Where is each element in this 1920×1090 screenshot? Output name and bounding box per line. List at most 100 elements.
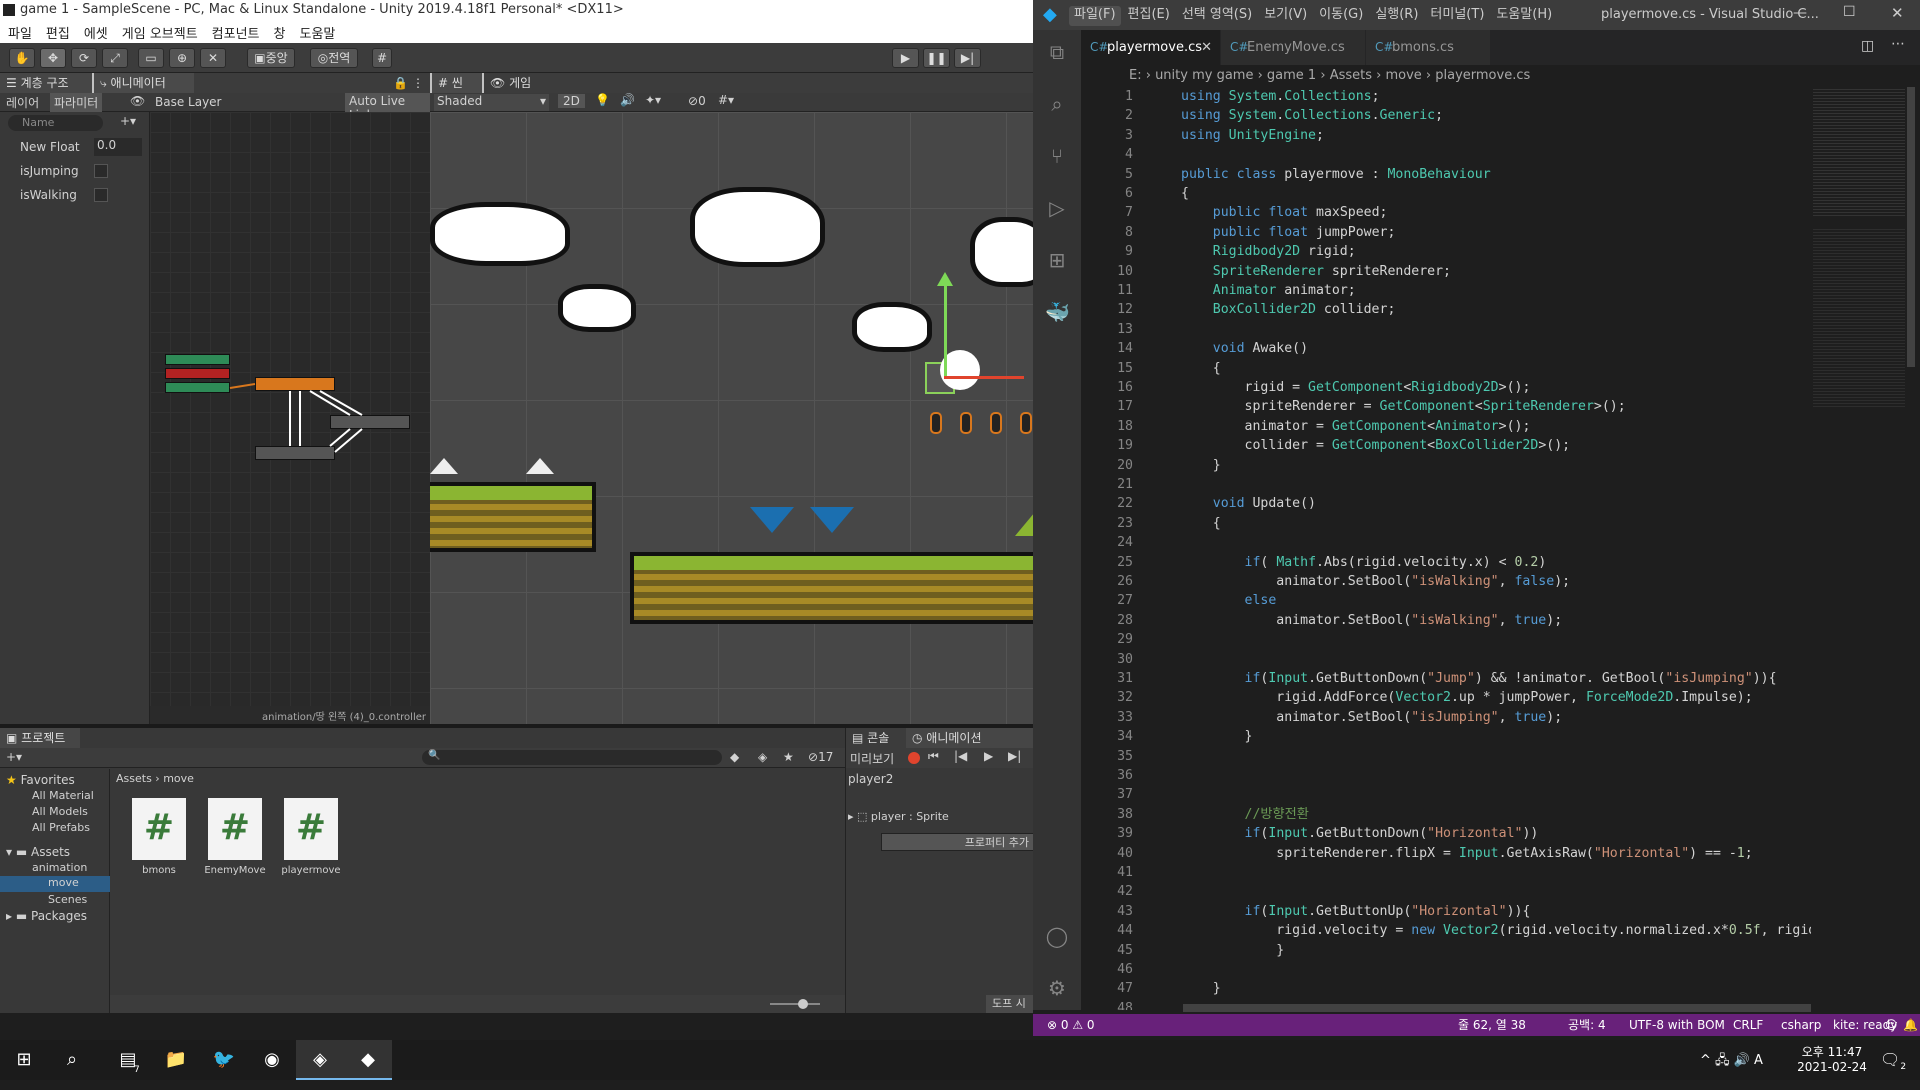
code-line[interactable]: using System.Collections.Generic; (1181, 106, 1443, 125)
indentation[interactable]: 공백: 4 (1568, 1014, 1606, 1036)
cursor-position[interactable]: 줄 62, 열 38 (1458, 1014, 1526, 1036)
lighting-icon[interactable]: 💡 (595, 93, 610, 107)
minimap[interactable] (1811, 87, 1915, 1010)
custom-tool-icon[interactable]: ✕ (200, 48, 226, 68)
code-line[interactable]: animator = GetComponent<Animator>(); (1181, 417, 1531, 436)
move-tool-icon[interactable]: ✥ (40, 48, 66, 68)
code-line[interactable]: void Awake() (1181, 339, 1308, 358)
feedback-icon[interactable]: ☺ (1885, 1014, 1898, 1036)
code-line[interactable]: public float maxSpeed; (1181, 203, 1388, 222)
code-line[interactable]: using System.Collections; (1181, 87, 1380, 106)
maximize-button[interactable]: ☐ (1843, 4, 1856, 20)
docker-icon[interactable]: 🐳 (1045, 300, 1070, 324)
vs-menu-help[interactable]: 도움말(H) (1491, 6, 1557, 26)
assets-folder[interactable]: ▾ ▬ Assets (6, 845, 70, 859)
code-line[interactable]: animator.SetBool("isJumping", true); (1181, 708, 1562, 727)
clock[interactable]: 오후 11:47 2021-02-24 (1796, 1043, 1868, 1074)
more-actions-icon[interactable]: ⋯ (1891, 36, 1905, 52)
parameter-search-input[interactable]: Name (8, 115, 103, 131)
menu-window[interactable]: 창 (274, 23, 286, 43)
first-key-button[interactable]: ⏮ (928, 749, 939, 764)
isjumping-checkbox[interactable] (94, 164, 108, 178)
run-debug-icon[interactable]: ▷ (1045, 196, 1069, 220)
script-file-icon[interactable]: # (284, 798, 338, 860)
vs-menu-run[interactable]: 실행(R) (1370, 6, 1423, 26)
project-breadcrumb[interactable]: Assets › move (116, 772, 194, 785)
vs-menu-view[interactable]: 보기(V) (1259, 6, 1312, 26)
file-bmons[interactable]: bmons (132, 865, 186, 876)
eye-icon[interactable]: 👁 (130, 94, 145, 108)
code-editor[interactable]: 1 using System.Collections; 2 using System.… (1081, 87, 1811, 1010)
code-line[interactable]: collider = GetComponent<BoxCollider2D>()… (1181, 436, 1571, 455)
code-line[interactable]: using UnityEngine; (1181, 126, 1324, 145)
animator-graph[interactable]: animation/땅 왼쪽 (4)_0.controller (150, 112, 430, 724)
minimize-button[interactable]: — (1793, 5, 1807, 21)
code-line[interactable]: //방향전환 (1181, 805, 1309, 824)
explorer-icon[interactable]: ⧉ (1045, 40, 1069, 64)
iswalking-checkbox[interactable] (94, 188, 108, 202)
code-line[interactable]: spriteRenderer.flipX = Input.GetAxisRaw(… (1181, 844, 1752, 863)
code-line[interactable]: spriteRenderer = GetComponent<SpriteRend… (1181, 397, 1626, 416)
effects-icon[interactable]: ✦▾ (645, 93, 661, 107)
packages-folder[interactable]: ▸ ▬ Packages (6, 909, 87, 923)
breadcrumb-item[interactable]: E: (1129, 68, 1142, 83)
vs-menu-terminal[interactable]: 터미널(T) (1425, 6, 1489, 26)
new-float-value-field[interactable]: 0.0 (94, 138, 142, 156)
tab-playermove[interactable]: C# playermove.cs ✕ (1081, 30, 1221, 65)
breadcrumb-item[interactable]: playermove.cs (1435, 68, 1530, 83)
code-line[interactable]: public float jumpPower; (1181, 223, 1396, 242)
language-mode[interactable]: csharp (1781, 1014, 1821, 1036)
code-line[interactable]: void Update() (1181, 494, 1316, 513)
folder-scenes[interactable]: Scenes (48, 893, 87, 906)
account-icon[interactable]: ◯ (1045, 924, 1069, 948)
filter-label-icon[interactable]: ◈ (758, 750, 767, 764)
code-line[interactable]: if(Input.GetButtonDown("Jump") && !anima… (1181, 669, 1777, 688)
prev-key-button[interactable]: |◀ (954, 749, 967, 763)
task-view-icon[interactable]: ▤ 7 (104, 1040, 152, 1080)
settings-gear-icon[interactable]: ⚙ (1045, 976, 1069, 1000)
menu-edit[interactable]: 편집 (46, 23, 70, 43)
grid-icon[interactable]: #▾ (718, 93, 734, 107)
code-line[interactable]: if(Input.GetButtonUp("Horizontal")){ (1181, 902, 1531, 921)
code-line[interactable]: { (1181, 359, 1221, 378)
split-editor-icon[interactable]: ◫ (1861, 38, 1874, 54)
y-axis-handle[interactable] (944, 282, 947, 378)
vs-menu-selection[interactable]: 선택 영역(S) (1177, 6, 1257, 26)
code-line[interactable]: } (1181, 979, 1221, 998)
pause-button[interactable]: ❚❚ (923, 48, 950, 68)
extensions-icon[interactable]: ⊞ (1045, 248, 1069, 272)
folder-move[interactable]: move (0, 876, 110, 892)
animation-track[interactable]: ▸ ⬚ player : Sprite (848, 810, 949, 823)
file-enemymove[interactable]: EnemyMove (200, 865, 270, 876)
tab-bmons[interactable]: C# bmons.cs (1366, 30, 1491, 65)
rotate-tool-icon[interactable]: ⟳ (71, 48, 97, 68)
close-window-button[interactable]: ✕ (1891, 4, 1904, 22)
vertical-scrollbar[interactable] (1907, 87, 1915, 367)
menu-help[interactable]: 도움말 (299, 23, 335, 43)
play-animation-button[interactable]: ▶ (984, 749, 993, 763)
base-layer-breadcrumb[interactable]: Base Layer (155, 95, 222, 109)
code-line[interactable]: } (1181, 727, 1253, 746)
code-line[interactable]: rigid = GetComponent<Rigidbody2D>(); (1181, 378, 1531, 397)
menu-gameobject[interactable]: 게임 오브젝트 (122, 23, 198, 43)
breadcrumb-item[interactable]: Assets (1330, 68, 1372, 83)
code-line[interactable]: if(Input.GetButtonDown("Horizontal")) (1181, 824, 1539, 843)
y-axis-arrow-icon[interactable] (937, 272, 953, 286)
menu-assets[interactable]: 에셋 (84, 23, 108, 43)
script-file-icon[interactable]: # (132, 798, 186, 860)
fav-all-material[interactable]: All Material (32, 789, 94, 802)
line-endings[interactable]: CRLF (1733, 1014, 1763, 1036)
menu-component[interactable]: 컴포넌트 (212, 23, 260, 43)
hidden-objects-count[interactable]: ⊘0 (688, 94, 706, 108)
breadcrumb-item[interactable]: game 1 (1267, 68, 1316, 83)
file-playermove[interactable]: playermove (276, 865, 346, 876)
code-line[interactable]: { (1181, 514, 1221, 533)
vscode-taskbar-icon[interactable]: ◆ (344, 1040, 392, 1080)
search-taskbar-icon[interactable]: ⌕ (48, 1040, 96, 1080)
vs-menu-edit[interactable]: 편집(E) (1123, 6, 1175, 26)
add-property-button[interactable]: 프로퍼티 추가 (881, 833, 1033, 851)
code-line[interactable]: if( Mathf.Abs(rigid.velocity.x) < 0.2) (1181, 553, 1547, 572)
windows-start-icon[interactable]: ⊞ (0, 1040, 48, 1080)
breadcrumb-item[interactable]: unity my game (1155, 68, 1253, 83)
tab-enemymove[interactable]: C# EnemyMove.cs (1221, 30, 1366, 65)
